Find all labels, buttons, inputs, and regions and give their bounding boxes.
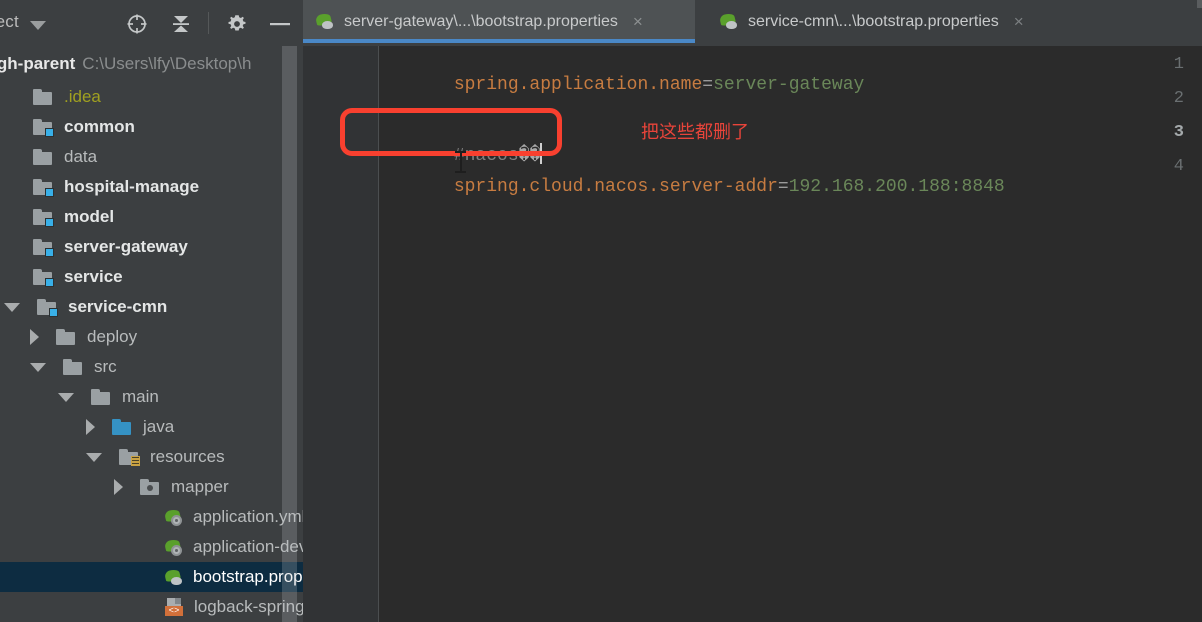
close-icon[interactable]: × — [633, 13, 643, 30]
folder-package-icon — [140, 478, 162, 496]
code-line-4[interactable]: spring.cloud.nacos.server-addr=192.168.2… — [389, 157, 1005, 217]
hide-panel-icon[interactable] — [268, 13, 292, 40]
xml-file-icon: <> — [165, 598, 185, 616]
tree-item-label: common — [64, 117, 135, 136]
folder-module-icon — [33, 238, 55, 257]
tree-item-label: mapper — [171, 477, 229, 496]
equals-sign: = — [702, 75, 714, 95]
tree-item-resources[interactable]: resources — [0, 442, 303, 472]
folder-icon — [56, 328, 78, 346]
tree-item-src[interactable]: src — [0, 352, 303, 382]
line-number-3: 3 — [1173, 123, 1184, 142]
spring-yaml-icon — [163, 507, 184, 526]
tree-item-label: server-gateway — [64, 237, 188, 256]
editor-tab-server-gateway[interactable]: server-gateway\...\bootstrap.properties … — [303, 0, 695, 43]
tree-item-label: src — [94, 357, 117, 376]
tree-item-service-cmn[interactable]: service-cmn — [0, 292, 303, 322]
project-tree-panel[interactable]: yygh-parentC:\Users\lfy\Desktop\h .idea … — [0, 46, 303, 622]
tree-item-label: main — [122, 387, 159, 406]
property-key: spring.cloud.nacos.server-addr — [453, 177, 778, 197]
folder-icon — [63, 358, 85, 376]
tree-item-label: java — [143, 417, 175, 436]
tree-item-model[interactable]: model — [0, 202, 303, 232]
folder-icon — [91, 388, 113, 406]
folder-module-icon — [33, 178, 55, 197]
twisty-expanded-icon[interactable] — [58, 392, 74, 402]
folder-source-icon — [112, 418, 134, 436]
project-panel-title: oject — [0, 12, 19, 31]
twisty-collapsed-icon[interactable] — [114, 479, 123, 495]
line-number-2: 2 — [1173, 89, 1184, 108]
tree-item-deploy[interactable]: deploy — [0, 322, 303, 352]
editor-tab-strip: server-gateway\...\bootstrap.properties … — [303, 0, 1202, 46]
twisty-collapsed-icon[interactable] — [86, 419, 95, 435]
folder-resources-icon — [119, 448, 141, 466]
line-number-4: 4 — [1173, 157, 1184, 176]
folder-icon — [33, 148, 55, 166]
spring-boot-leaf-icon — [314, 12, 335, 30]
tree-item-server-gateway[interactable]: server-gateway — [0, 232, 303, 262]
tree-item-hospital-manage[interactable]: hospital-manage — [0, 172, 303, 202]
tree-item-application-dev[interactable]: application-dev — [0, 532, 303, 562]
tree-item-common[interactable]: common — [0, 112, 303, 142]
tree-item-label: service — [64, 267, 123, 286]
project-root-path: C:\Users\lfy\Desktop\h — [82, 54, 252, 73]
tree-item-idea[interactable]: .idea — [0, 82, 303, 112]
tree-item-service[interactable]: service — [0, 262, 303, 292]
mouse-cursor-ibeam — [455, 151, 466, 173]
project-root-row[interactable]: yygh-parent C:\Users\lfy\Desktop\h — [0, 54, 251, 74]
top-toolbar: oject — [0, 0, 1202, 46]
editor-tab-label: service-cmn\...\bootstrap.properties — [748, 12, 999, 30]
collapse-all-icon[interactable] — [170, 13, 192, 40]
gutter-separator — [378, 46, 379, 622]
folder-module-icon — [37, 298, 59, 317]
ide-window: oject — [0, 0, 1202, 622]
tree-item-main[interactable]: main — [0, 382, 303, 412]
property-key: spring.application.name — [453, 75, 703, 95]
tree-item-label: hospital-manage — [64, 177, 200, 196]
project-root-name: yygh-parent — [0, 54, 76, 73]
window-edge — [1197, 0, 1202, 8]
spring-yaml-icon — [163, 537, 184, 556]
tree-item-label: model — [64, 207, 115, 226]
folder-module-icon — [33, 268, 55, 287]
code-line-1[interactable]: spring.application.name=server-gateway — [389, 55, 865, 115]
twisty-expanded-icon[interactable] — [30, 362, 46, 372]
tree-item-logback-spring[interactable]: <> logback-spring. — [0, 592, 303, 622]
locate-in-tree-icon[interactable] — [126, 13, 148, 40]
folder-module-icon — [33, 208, 55, 227]
code-editor[interactable]: 1 2 3 4 spring.application.name=server-g… — [303, 46, 1202, 622]
toolbar-separator — [208, 12, 209, 34]
property-value: 192.168.200.188:8848 — [788, 177, 1005, 197]
editor-tab-label: server-gateway\...\bootstrap.properties — [344, 12, 618, 30]
line-number-1: 1 — [1173, 55, 1184, 74]
annotation-text: 把这些都删了 — [641, 122, 749, 142]
tree-item-mapper[interactable]: mapper — [0, 472, 303, 502]
twisty-expanded-icon[interactable] — [4, 302, 20, 312]
close-icon[interactable]: × — [1014, 13, 1024, 30]
property-value: server-gateway — [713, 75, 865, 95]
tree-item-label: deploy — [87, 327, 138, 346]
tree-item-bootstrap-properties[interactable]: bootstrap.properties — [0, 562, 303, 592]
equals-sign: = — [777, 177, 789, 197]
tree-item-label: data — [64, 147, 98, 166]
tree-item-java[interactable]: java — [0, 412, 303, 442]
tree-item-label: resources — [150, 447, 225, 466]
tree-item-data[interactable]: data — [0, 142, 303, 172]
active-tab-underline — [303, 39, 695, 43]
twisty-collapsed-icon[interactable] — [30, 329, 39, 345]
sidebar-scrollbar[interactable] — [282, 46, 297, 622]
tree-item-label: .idea — [64, 87, 101, 106]
tree-item-application-yml[interactable]: application.yml — [0, 502, 303, 532]
editor-gutter[interactable] — [303, 46, 379, 622]
settings-gear-icon[interactable] — [226, 13, 248, 40]
twisty-expanded-icon[interactable] — [86, 452, 102, 462]
editor-tab-service-cmn[interactable]: service-cmn\...\bootstrap.properties × — [707, 0, 1077, 43]
spring-leaf-icon — [163, 567, 184, 586]
folder-icon — [33, 88, 55, 106]
spring-boot-leaf-icon — [718, 12, 739, 30]
chevron-down-icon[interactable] — [30, 21, 46, 30]
tree-item-label: service-cmn — [68, 297, 168, 316]
folder-module-icon — [33, 118, 55, 137]
